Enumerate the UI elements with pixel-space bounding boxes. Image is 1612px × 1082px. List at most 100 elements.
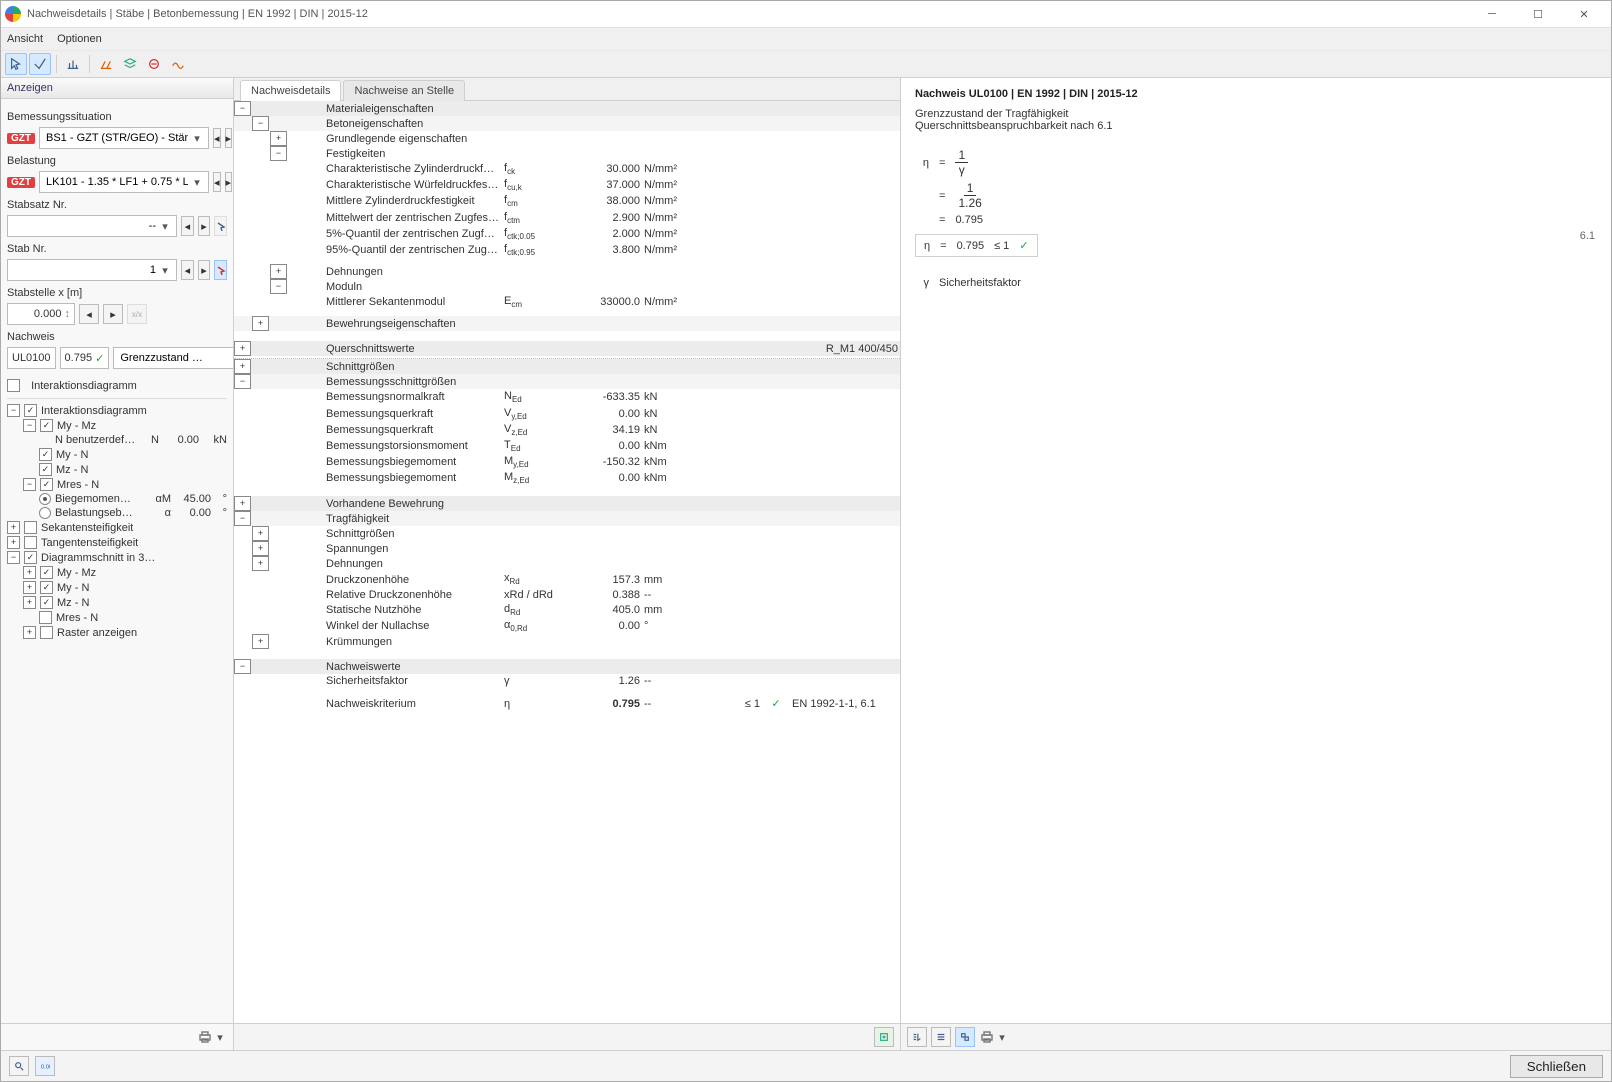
prev-button[interactable]: ◂ [213, 172, 221, 192]
next-button[interactable]: ▸ [225, 172, 233, 192]
prev-button[interactable]: ◂ [181, 260, 194, 280]
row-expand[interactable] [252, 526, 269, 541]
row-expand[interactable] [234, 341, 251, 356]
tree-check[interactable] [39, 448, 52, 461]
tree-check[interactable] [40, 419, 53, 432]
next-button[interactable]: ▸ [198, 260, 211, 280]
export-button[interactable] [874, 1027, 894, 1047]
tool-r2-icon[interactable] [931, 1027, 951, 1047]
tree-expand[interactable] [23, 478, 36, 491]
tree-expand[interactable] [23, 419, 36, 432]
tree-expand[interactable] [23, 581, 36, 594]
tree-item[interactable]: Mres - N [56, 612, 98, 624]
tree-check[interactable] [24, 551, 37, 564]
tree-check[interactable] [40, 596, 53, 609]
close-window-button[interactable]: ✕ [1561, 1, 1607, 27]
tree-item[interactable]: Mz - N [56, 464, 88, 476]
tab-details[interactable]: Nachweisdetails [240, 80, 341, 101]
tree-check[interactable] [40, 566, 53, 579]
tool-arrows-icon[interactable] [95, 53, 117, 75]
maximize-button[interactable]: ☐ [1515, 1, 1561, 27]
checkbox-interaction[interactable] [7, 379, 20, 392]
next-button[interactable]: ▸ [225, 128, 233, 148]
next-button[interactable]: ▸ [103, 304, 123, 324]
pick-member-button[interactable] [214, 260, 227, 280]
minimize-button[interactable]: ─ [1469, 1, 1515, 27]
tree-check[interactable] [39, 463, 52, 476]
tree-item[interactable]: My - N [57, 582, 89, 594]
tool-r1-icon[interactable] [907, 1027, 927, 1047]
close-button[interactable]: Schließen [1510, 1055, 1603, 1078]
tree-expand[interactable] [7, 521, 20, 534]
row-expand[interactable] [270, 264, 287, 279]
select-design-situation[interactable]: ▾ [39, 127, 209, 149]
select-loading[interactable]: ▾ [39, 171, 209, 193]
row-expand[interactable] [252, 541, 269, 556]
select-member[interactable]: ▾ [7, 259, 177, 281]
tool-graph1-icon[interactable] [62, 53, 84, 75]
tree-expand[interactable] [7, 551, 20, 564]
row-expand[interactable] [234, 511, 251, 526]
select-memberset[interactable]: ▾ [7, 215, 177, 237]
tree-radio[interactable] [39, 493, 51, 505]
tool-cursor-icon[interactable] [5, 53, 27, 75]
row-expand[interactable] [234, 359, 251, 374]
tree-expand[interactable] [7, 536, 20, 549]
row-expand[interactable] [252, 316, 269, 331]
tool-r3-icon[interactable] [955, 1027, 975, 1047]
row-expand[interactable] [252, 116, 269, 131]
prev-button[interactable]: ◂ [79, 304, 99, 324]
row-expand[interactable] [234, 374, 251, 389]
tree-item: Biegemomen… [55, 493, 151, 505]
equation-ref: 6.1 [1580, 230, 1595, 242]
tree-item[interactable]: Raster anzeigen [57, 627, 137, 639]
check-ok-icon: ✓ [1019, 239, 1028, 252]
tree-expand[interactable] [23, 566, 36, 579]
tree-item[interactable]: My - Mz [57, 567, 96, 579]
print-dropdown[interactable]: ▾ [979, 1029, 1009, 1045]
menu-view[interactable]: Ansicht [7, 33, 43, 45]
tool-layers-icon[interactable] [119, 53, 141, 75]
prev-button[interactable]: ◂ [213, 128, 221, 148]
prev-button[interactable]: ◂ [181, 216, 194, 236]
tool-wave-icon[interactable] [167, 53, 189, 75]
tree-item[interactable]: Tangentensteifigkeit [41, 537, 138, 549]
next-button[interactable]: ▸ [198, 216, 211, 236]
footer-search-icon[interactable] [9, 1056, 29, 1076]
tree-check[interactable] [24, 521, 37, 534]
tree-item[interactable]: My - N [56, 449, 88, 461]
tree-item[interactable]: Mres - N [57, 479, 99, 491]
tree-item[interactable]: Diagrammschnitt in 3… [41, 552, 155, 564]
row-expand[interactable] [270, 279, 287, 294]
tree-check[interactable] [24, 536, 37, 549]
row-expand[interactable] [234, 496, 251, 511]
row-expand[interactable] [270, 146, 287, 161]
tree-item[interactable]: Mz - N [57, 597, 89, 609]
tree-item[interactable]: Interaktionsdiagramm [41, 405, 147, 417]
tool-select-icon[interactable] [29, 53, 51, 75]
footer-units-icon[interactable]: 0.00 [35, 1056, 55, 1076]
tree-check[interactable] [24, 404, 37, 417]
print-dropdown[interactable]: ▾ [197, 1029, 227, 1045]
tree-check[interactable] [40, 478, 53, 491]
row-expand[interactable] [234, 659, 251, 674]
tree-radio[interactable] [39, 507, 51, 519]
row-expand[interactable] [252, 634, 269, 649]
tab-at-location[interactable]: Nachweise an Stelle [343, 80, 465, 101]
tree-item[interactable]: Sekantensteifigkeit [41, 522, 133, 534]
menu-options[interactable]: Optionen [57, 33, 102, 45]
row-expand[interactable] [252, 556, 269, 571]
tree-expand[interactable] [23, 626, 36, 639]
row-expand[interactable] [234, 101, 251, 116]
tree-check[interactable] [39, 611, 52, 624]
input-location-x[interactable]: 0.000 ↕ [7, 303, 75, 325]
tree-item[interactable]: My - Mz [57, 420, 96, 432]
tree-check[interactable] [40, 581, 53, 594]
legend-text: Sicherheitsfaktor [939, 277, 1021, 289]
select-nachweis[interactable]: ▾ [113, 347, 233, 369]
tree-expand[interactable] [7, 404, 20, 417]
row-expand[interactable] [270, 131, 287, 146]
tree-check[interactable] [40, 626, 53, 639]
tool-red-icon[interactable] [143, 53, 165, 75]
tree-expand[interactable] [23, 596, 36, 609]
